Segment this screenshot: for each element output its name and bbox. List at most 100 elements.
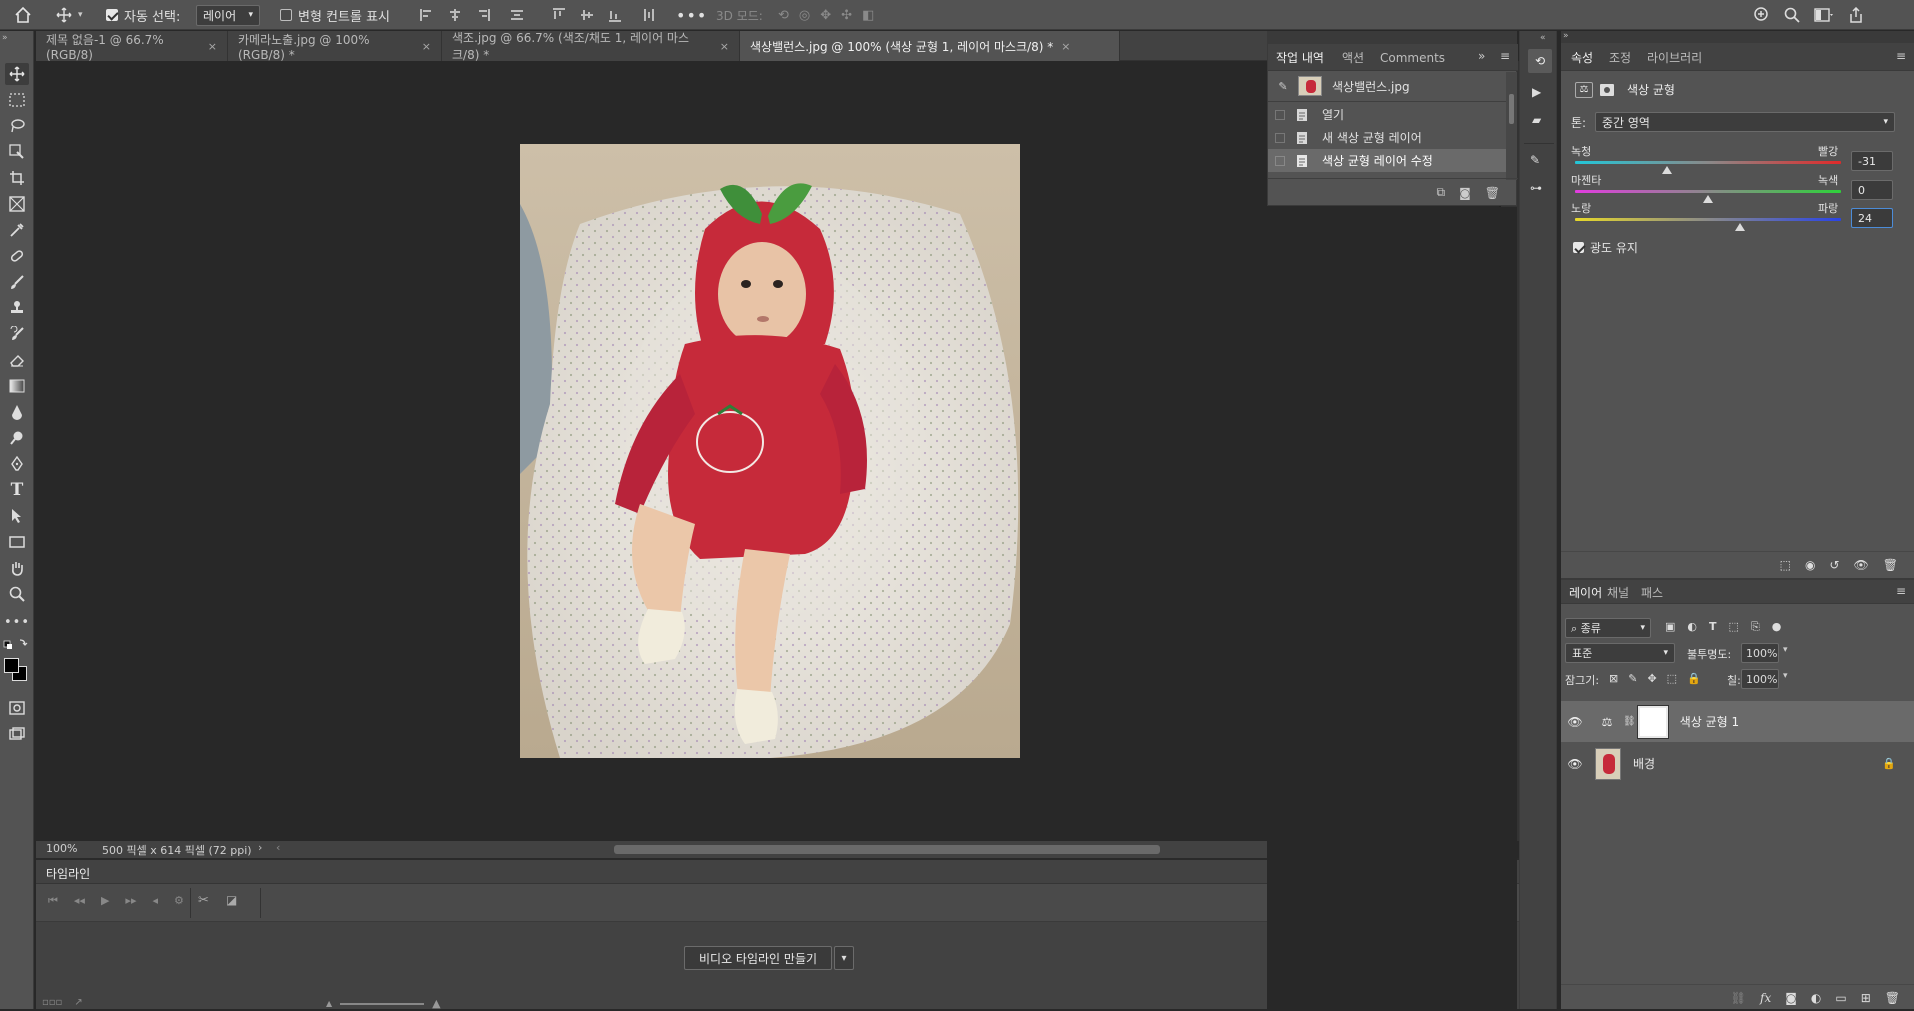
frame-tool-icon[interactable] xyxy=(5,193,29,215)
layer-row-color-balance[interactable]: 👁 ⚖ ⛓ 색상 균형 1 xyxy=(1561,701,1914,742)
chevron-down-icon[interactable]: ▾ xyxy=(1783,671,1788,681)
rectangle-tool-icon[interactable] xyxy=(5,531,29,553)
cloud-share-icon[interactable] xyxy=(1752,7,1770,23)
frame-mode-icon[interactable]: ▫▫▫ xyxy=(42,997,62,1008)
history-item-selected[interactable]: 색상 균형 레이어 수정 xyxy=(1268,149,1506,172)
actions-panel-icon[interactable]: ▶ xyxy=(1532,85,1541,99)
horizontal-scrollbar-thumb[interactable] xyxy=(614,845,1160,854)
next-frame-icon[interactable]: ▸▸ xyxy=(125,894,136,908)
brush-tool-icon[interactable] xyxy=(5,271,29,293)
adjustment-layer-filter-icon[interactable]: ◐ xyxy=(1687,620,1697,634)
close-icon[interactable]: × xyxy=(720,40,729,53)
quick-mask-icon[interactable] xyxy=(5,697,29,719)
pen-tool-icon[interactable] xyxy=(5,453,29,475)
zoom-tool-icon[interactable] xyxy=(5,583,29,605)
distribute-v-icon[interactable] xyxy=(642,8,656,22)
play-icon[interactable]: ▶ xyxy=(101,894,109,908)
tab-layers[interactable]: 레이어 xyxy=(1569,580,1602,604)
chevron-left-icon[interactable]: ‹ xyxy=(276,841,280,854)
add-mask-icon[interactable]: ◙ xyxy=(1785,991,1797,1005)
type-layer-filter-icon[interactable]: T xyxy=(1709,620,1717,634)
settings-icon[interactable]: ⚙ xyxy=(174,894,184,908)
gradient-tool-icon[interactable] xyxy=(5,375,29,397)
expand-panels-icon[interactable]: » xyxy=(1478,49,1485,63)
lock-image-icon[interactable]: ✎ xyxy=(1628,672,1637,685)
yellow-blue-slider-thumb[interactable] xyxy=(1734,223,1745,231)
tab-paths[interactable]: 패스 xyxy=(1641,580,1663,604)
new-document-from-state-icon[interactable]: ⧉ xyxy=(1437,185,1446,200)
layer-filter-dropdown[interactable]: ⌕ 종류 ▾ xyxy=(1565,618,1651,638)
preserve-luminosity-checkbox[interactable]: 광도 유지 xyxy=(1573,239,1638,256)
zoom-in-icon[interactable]: ▲ xyxy=(432,997,440,1010)
tab-hue[interactable]: 색조.jpg @ 66.7% (색조/채도 1, 레이어 마스크/8) * × xyxy=(442,31,740,62)
3d-pan-icon[interactable]: ✥ xyxy=(820,8,831,23)
lock-icon[interactable]: 🔒 xyxy=(1882,757,1896,770)
mask-icon[interactable] xyxy=(1599,83,1615,97)
more-options-icon[interactable]: ••• xyxy=(676,0,707,30)
view-previous-state-icon[interactable]: ◉ xyxy=(1805,558,1815,572)
layer-row-background[interactable]: 👁 배경 🔒 xyxy=(1561,743,1914,784)
align-left-icon[interactable] xyxy=(420,8,434,22)
marquee-tool-icon[interactable] xyxy=(5,89,29,111)
visibility-eye-icon[interactable]: 👁 xyxy=(1561,757,1589,771)
cyan-red-slider-thumb[interactable] xyxy=(1661,166,1672,174)
layer-mask-thumbnail[interactable] xyxy=(1636,704,1669,739)
previous-frame-icon[interactable]: ◂◂ xyxy=(74,894,85,908)
3d-orbit-icon[interactable]: ⟲ xyxy=(778,8,789,23)
clip-to-layer-icon[interactable]: ⬚ xyxy=(1780,558,1791,572)
yellow-blue-input[interactable]: 24 xyxy=(1851,208,1893,228)
auto-select-checkbox[interactable]: 자동 선택: xyxy=(106,0,180,30)
crop-tool-icon[interactable] xyxy=(5,167,29,189)
tab-properties[interactable]: 속성 xyxy=(1571,43,1593,71)
camera-snapshot-icon[interactable]: ◙ xyxy=(1459,186,1471,200)
trash-icon[interactable]: 🗑 xyxy=(1485,186,1500,200)
lasso-tool-icon[interactable] xyxy=(5,115,29,137)
collapse-icon[interactable]: « xyxy=(1540,33,1546,43)
clone-stamp-tool-icon[interactable] xyxy=(5,297,29,319)
path-selection-tool-icon[interactable] xyxy=(5,505,29,527)
type-tool-icon[interactable]: T xyxy=(5,479,29,501)
lock-transparent-icon[interactable]: ⊠ xyxy=(1609,672,1618,685)
trash-icon[interactable]: 🗑 xyxy=(1883,558,1898,572)
screen-mode-icon[interactable] xyxy=(5,723,29,745)
workspace-icon[interactable] xyxy=(1814,8,1834,22)
history-snapshot[interactable]: ✎ 색상밸런스.jpg xyxy=(1268,72,1506,100)
zoom-slider[interactable]: ▲ ▲ xyxy=(326,997,441,1010)
edit-toolbar-icon[interactable]: ••• xyxy=(4,611,29,633)
chevron-right-icon[interactable]: › xyxy=(258,841,262,854)
tab-history[interactable]: 작업 내역 xyxy=(1276,44,1324,71)
render-icon[interactable]: ↗ xyxy=(74,997,82,1008)
panel-menu-icon[interactable]: ≡ xyxy=(1896,49,1906,63)
dodge-tool-icon[interactable] xyxy=(5,427,29,449)
close-icon[interactable]: × xyxy=(422,40,431,53)
blend-mode-dropdown[interactable]: 표준 ▾ xyxy=(1565,643,1675,663)
close-icon[interactable]: × xyxy=(1061,40,1070,53)
cyan-red-slider-track[interactable] xyxy=(1575,161,1841,164)
audio-icon[interactable]: ◂ xyxy=(152,894,158,908)
smart-object-filter-icon[interactable]: ⎘ xyxy=(1751,620,1760,634)
tab-comments[interactable]: Comments xyxy=(1380,44,1445,71)
history-brush-tool-icon[interactable] xyxy=(5,323,29,345)
transition-icon[interactable]: ◪ xyxy=(226,893,237,907)
reset-icon[interactable]: ↺ xyxy=(1829,558,1839,572)
history-brush-icon[interactable]: ✎ xyxy=(1268,80,1298,93)
lock-position-icon[interactable]: ✥ xyxy=(1647,672,1656,685)
3d-roll-icon[interactable]: ◎ xyxy=(799,8,810,23)
align-center-h-icon[interactable] xyxy=(448,8,462,22)
adjustments-panel-icon[interactable]: ⊶ xyxy=(1530,181,1542,195)
distribute-icon[interactable] xyxy=(510,8,524,22)
lock-all-icon[interactable]: 🔒 xyxy=(1687,672,1701,685)
visibility-eye-icon[interactable]: 👁 xyxy=(1561,715,1589,729)
transform-controls-checkbox[interactable]: 변형 컨트롤 표시 xyxy=(280,0,390,30)
home-icon[interactable] xyxy=(14,0,32,30)
create-video-timeline-button[interactable]: 비디오 타임라인 만들기 xyxy=(684,946,833,970)
lock-artboard-icon[interactable]: ⬚ xyxy=(1667,672,1677,685)
trash-icon[interactable]: 🗑 xyxy=(1885,991,1900,1005)
cyan-red-input[interactable]: -31 xyxy=(1851,151,1893,171)
filter-toggle-icon[interactable]: ● xyxy=(1772,620,1782,634)
tab-color-balance[interactable]: 색상밸런스.jpg @ 100% (색상 균형 1, 레이어 마스크/8) * × xyxy=(740,31,1120,61)
blur-tool-icon[interactable] xyxy=(5,401,29,423)
brush-settings-icon[interactable]: ✎ xyxy=(1530,153,1540,167)
layer-style-icon[interactable]: fx xyxy=(1760,991,1771,1005)
history-panel-icon[interactable]: ⟲ xyxy=(1528,49,1552,73)
